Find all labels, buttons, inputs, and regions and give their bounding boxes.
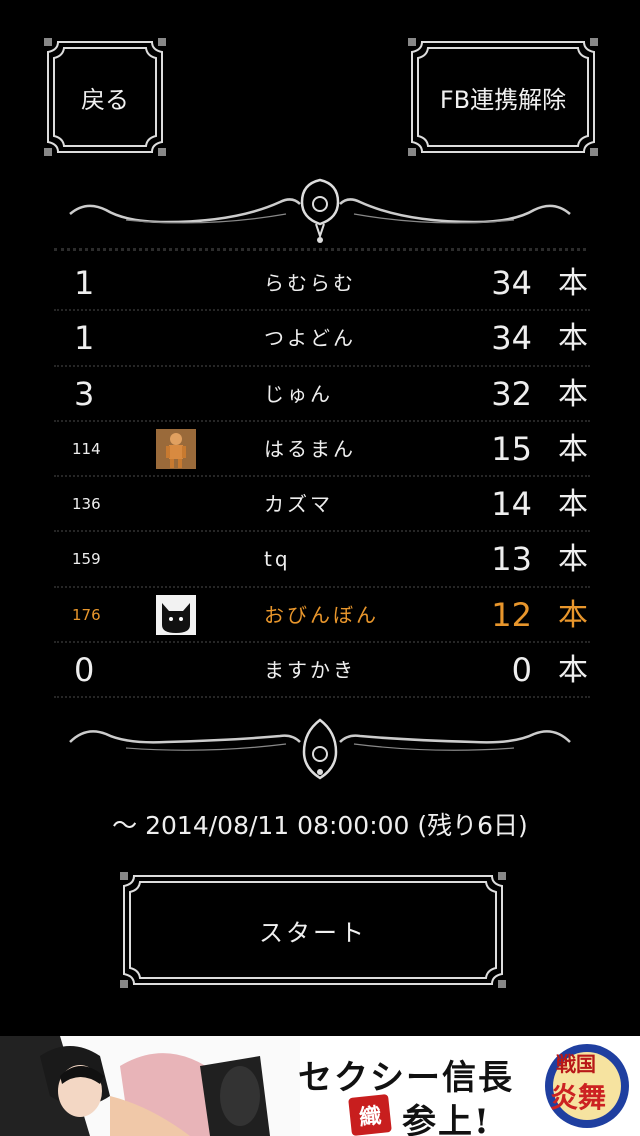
player-name: じゅん bbox=[264, 381, 333, 406]
start-label: スタート bbox=[259, 918, 367, 947]
score-unit: 本 bbox=[558, 542, 588, 578]
score-value: 13 bbox=[491, 540, 532, 579]
start-button[interactable]: スタート bbox=[120, 872, 506, 988]
score-value: 15 bbox=[491, 429, 532, 468]
avatar bbox=[156, 428, 196, 469]
rank-number: 1 bbox=[74, 319, 95, 358]
rank-number: 3 bbox=[74, 374, 95, 413]
ranking-row[interactable]: 159 tq 13 本 bbox=[54, 532, 590, 588]
score-value: 14 bbox=[491, 485, 532, 524]
ad-headline: セクシー信長 bbox=[298, 1058, 514, 1098]
ranking-row[interactable]: 114 はるまん 15 本 bbox=[54, 422, 590, 478]
deadline-text: ～ 2014/08/11 08:00:00 (残り6日) bbox=[112, 811, 528, 840]
ad-character-art-icon bbox=[0, 1036, 300, 1136]
ad-subtext: 参上! bbox=[402, 1102, 491, 1136]
player-name: おびんぼん bbox=[264, 602, 379, 627]
avatar bbox=[156, 594, 196, 635]
rank-number: 0 bbox=[74, 651, 95, 690]
score-unit: 本 bbox=[558, 431, 588, 467]
ranking-row-current-user[interactable]: 176 おびんぼん 12 本 bbox=[54, 588, 590, 644]
divider bbox=[54, 248, 586, 251]
score-unit: 本 bbox=[558, 597, 588, 633]
rank-number: 1 bbox=[74, 264, 95, 302]
score-unit: 本 bbox=[558, 321, 588, 357]
fb-unlink-label: FB連携解除 bbox=[439, 85, 567, 114]
ranking-row[interactable]: 136 カズマ 14 本 bbox=[54, 477, 590, 533]
score-value: 12 bbox=[491, 595, 532, 634]
ranking-row[interactable]: 0 ますかき 0 本 bbox=[54, 643, 590, 699]
player-name: tq bbox=[264, 547, 291, 572]
score-unit: 本 bbox=[558, 376, 588, 412]
score-unit: 本 bbox=[558, 653, 588, 689]
ornament-divider-icon bbox=[69, 718, 571, 780]
fb-unlink-button[interactable]: FB連携解除 bbox=[408, 38, 598, 156]
ad-seal: 織 bbox=[348, 1094, 392, 1136]
score-value: 32 bbox=[491, 374, 532, 413]
score-unit: 本 bbox=[558, 266, 588, 301]
player-name: カズマ bbox=[264, 492, 333, 517]
ad-logo-text: 戦国 bbox=[556, 1052, 596, 1076]
score-value: 0 bbox=[511, 651, 532, 690]
ranking-row[interactable]: 1 つよどん 34 本 bbox=[54, 311, 590, 367]
player-name: ますかき bbox=[264, 658, 356, 683]
player-name: つよどん bbox=[264, 326, 356, 351]
score-value: 34 bbox=[491, 264, 532, 302]
back-label: 戻る bbox=[81, 85, 129, 114]
player-name: はるまん bbox=[264, 436, 356, 461]
rank-number: 159 bbox=[72, 550, 101, 569]
rank-number: 114 bbox=[72, 439, 101, 458]
score-unit: 本 bbox=[558, 487, 588, 523]
rank-number: 176 bbox=[72, 605, 101, 624]
ad-banner[interactable]: セクシー信長 織 参上! 戦国 炎舞 bbox=[0, 1036, 640, 1136]
ranking-list: 1 らむらむ 34 本 1 つよどん 34 本 3 じゅん 32 本 114 は… bbox=[54, 256, 590, 699]
ranking-row[interactable]: 1 らむらむ 34 本 bbox=[54, 256, 590, 312]
score-value: 34 bbox=[491, 319, 532, 358]
ad-logo-text: 炎舞 bbox=[550, 1081, 607, 1114]
ornament-divider-icon bbox=[69, 178, 571, 243]
back-button[interactable]: 戻る bbox=[44, 38, 166, 156]
player-name: らむらむ bbox=[264, 271, 356, 295]
rank-number: 136 bbox=[72, 495, 101, 514]
ranking-row[interactable]: 3 じゅん 32 本 bbox=[54, 367, 590, 422]
